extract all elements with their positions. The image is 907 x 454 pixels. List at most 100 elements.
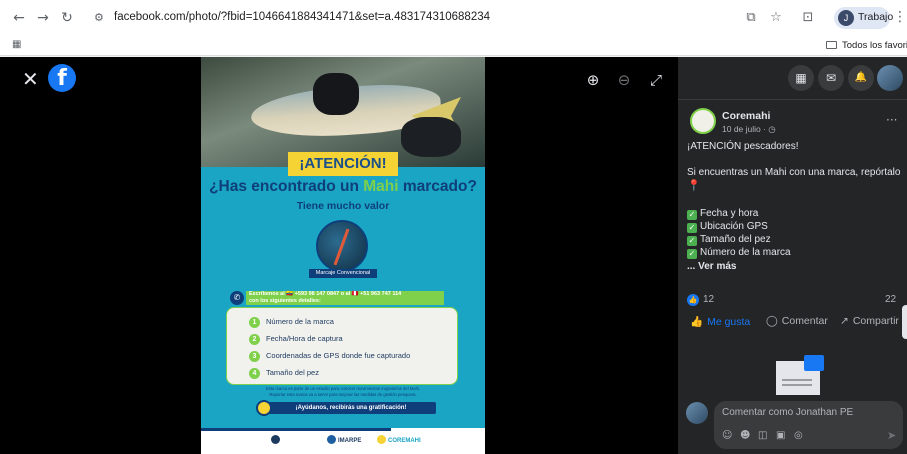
comment-button[interactable]: ◯ Comentar	[766, 315, 828, 327]
item-text: Tamaño del pez	[266, 368, 319, 377]
all-bookmarks-folder[interactable]: Todos los favoritos	[826, 40, 907, 51]
post-panel: ▦ ✉ 🔔 Coremahi 10 de julio · ◷ ··· ¡ATEN…	[678, 57, 907, 454]
checklist-text: Número de la marca	[700, 247, 791, 258]
coremahi-logo-text: COREMAHI	[388, 438, 421, 444]
url-text[interactable]: facebook.com/photo/?fbid=104664188434147…	[114, 11, 490, 23]
imarpe-logo-text: IMARPE	[338, 438, 362, 444]
checkbox-icon: ✓	[687, 223, 697, 233]
back-icon[interactable]: ←	[10, 9, 28, 27]
imarpe-logo-icon	[327, 435, 336, 444]
checkbox-icon: ✓	[687, 236, 697, 246]
poster-image: ¡ATENCIÓN! ¿Has encontrado un Mahi marca…	[201, 57, 485, 454]
item-text: Número de la marca	[266, 317, 334, 326]
sticker-icon[interactable]: ◎	[794, 430, 803, 441]
fullscreen-icon[interactable]: ⤢	[646, 70, 666, 90]
folder-icon	[826, 41, 837, 49]
page-name[interactable]: Coremahi	[722, 110, 770, 122]
extensions-icon[interactable]: ⊡	[799, 9, 817, 27]
facebook-logo[interactable]: f	[48, 64, 76, 92]
like-label: Me gusta	[707, 316, 751, 328]
side-widget[interactable]	[902, 305, 907, 339]
all-bookmarks-label: Todos los favoritos	[842, 40, 907, 51]
poster-item: 2 Fecha/Hora de captura	[249, 333, 343, 345]
checklist-text: Tamaño del pez	[700, 234, 771, 245]
address-bar[interactable]: ⚙ facebook.com/photo/?fbid=1046641884341…	[86, 6, 806, 30]
checkbox-icon: ✓	[687, 249, 697, 259]
thumbnail-line	[782, 384, 812, 386]
checklist-item: ✓ Tamaño del pez	[687, 233, 903, 246]
close-icon[interactable]: ✕	[22, 67, 39, 91]
poster-item: 1 Número de la marca	[249, 316, 334, 328]
comment-label: Comentar	[781, 315, 828, 327]
share-count[interactable]: 22	[885, 294, 896, 305]
gif-icon[interactable]: ▣	[776, 430, 785, 441]
share-label: Compartir	[852, 315, 899, 327]
header-divider	[678, 99, 907, 100]
post-body-text: Si encuentras un Mahi con una marca, rep…	[687, 167, 901, 178]
share-button[interactable]: ↗ Compartir	[840, 315, 899, 327]
glove-shape	[313, 73, 359, 115]
reload-icon[interactable]: ↻	[58, 9, 76, 27]
page-avatar[interactable]	[690, 108, 716, 134]
item-text: Coordenadas de GPS donde fue capturado	[266, 351, 411, 360]
poster-subtitle: Tiene mucho valor	[296, 200, 390, 212]
poster-item: 3 Coordenadas de GPS donde fue capturado	[249, 350, 410, 362]
thumbnail-line	[782, 379, 812, 381]
camera-icon[interactable]: ◫	[758, 430, 767, 441]
post-headline: ¡ATENCIÓN pescadores!	[687, 141, 799, 152]
like-button[interactable]: 👍 Me gusta	[690, 315, 750, 328]
checklist-text: Fecha y hora	[700, 208, 759, 219]
send-icon[interactable]: ➤	[887, 429, 896, 442]
item-number: 3	[249, 351, 260, 362]
account-avatar[interactable]	[877, 65, 903, 91]
avatar-sticker-icon[interactable]: ☺	[722, 430, 732, 441]
messenger-icon[interactable]: ✉	[818, 65, 844, 91]
zoom-out-icon[interactable]: ⊖	[614, 70, 634, 90]
see-more-link[interactable]: ... Ver más	[687, 260, 903, 273]
share-icon: ↗	[840, 315, 849, 327]
poster-question-pre: ¿Has encontrado un	[209, 178, 364, 195]
browser-menu-icon[interactable]: ⋮	[893, 9, 907, 25]
photo-viewer: ✕ f ⊕ ⊖ ⤢ ¡ATENCIÓN! ¿Has encontrado un …	[0, 57, 678, 454]
poster-atencion: ¡ATENCIÓN!	[288, 152, 398, 176]
cast-icon[interactable]: ⧉	[742, 9, 760, 27]
poster-item: 4 Tamaño del pez	[249, 367, 319, 379]
profile-button[interactable]: J Trabajo	[834, 7, 894, 29]
ministry-logo-icon	[271, 435, 280, 444]
emoji-icon[interactable]: ☻	[740, 430, 750, 441]
tag-photo-circle	[316, 220, 368, 272]
poster-whatsapp-line1: Escríbenos al 🇪🇨 +593 98 147 0847 o al 🇵…	[249, 291, 402, 297]
browser-chrome: ← → ↻ ⚙ facebook.com/photo/?fbid=1046641…	[0, 0, 907, 56]
bookmarks-bar: ▦ Todos los favoritos	[0, 36, 907, 56]
item-text: Fecha/Hora de captura	[266, 334, 343, 343]
pin-icon: 📍	[687, 179, 701, 192]
more-options-icon[interactable]: ···	[886, 113, 897, 127]
checklist-item: ✓ Fecha y hora	[687, 207, 903, 220]
attachment-thumbnail[interactable]	[776, 355, 824, 395]
forward-icon[interactable]: →	[34, 9, 52, 27]
poster-question-mahi: Mahi	[363, 178, 399, 195]
comment-icon: ◯	[766, 315, 778, 327]
whatsapp-icon: ✆	[230, 291, 244, 305]
apps-grid-icon[interactable]: ▦	[12, 39, 21, 50]
like-count[interactable]: 12	[703, 294, 714, 305]
zoom-in-icon[interactable]: ⊕	[583, 70, 603, 90]
glove-shape-2	[401, 117, 461, 157]
poster-whatsapp-bar: Escríbenos al 🇪🇨 +593 98 147 0847 o al 🇵…	[246, 291, 444, 305]
checklist-text: Ubicación GPS	[700, 221, 768, 232]
comment-input[interactable]: Comentar como Jonathan PE ☺ ☻ ◫ ▣ ◎ ➤	[714, 401, 903, 449]
bookmark-star-icon[interactable]: ☆	[767, 9, 785, 27]
site-info-icon[interactable]: ⚙	[94, 11, 108, 25]
poster-question-post: marcado?	[398, 178, 477, 195]
profile-name: Trabajo	[858, 11, 894, 23]
like-reaction-icon[interactable]: 👍	[687, 294, 699, 306]
coremahi-logo-icon	[377, 435, 386, 444]
notifications-icon[interactable]: 🔔	[848, 65, 874, 91]
comment-placeholder[interactable]: Comentar como Jonathan PE	[722, 407, 853, 418]
thumbs-up-icon: 👍	[690, 316, 704, 328]
menu-apps-icon[interactable]: ▦	[788, 65, 814, 91]
poster-whatsapp-line2: con los siguientes detalles:	[249, 298, 321, 304]
poster-fine-print: Esta marca es parte de un estudio para c…	[201, 386, 485, 397]
reward-icon	[256, 400, 272, 416]
post-date[interactable]: 10 de julio · ◷	[722, 124, 776, 135]
